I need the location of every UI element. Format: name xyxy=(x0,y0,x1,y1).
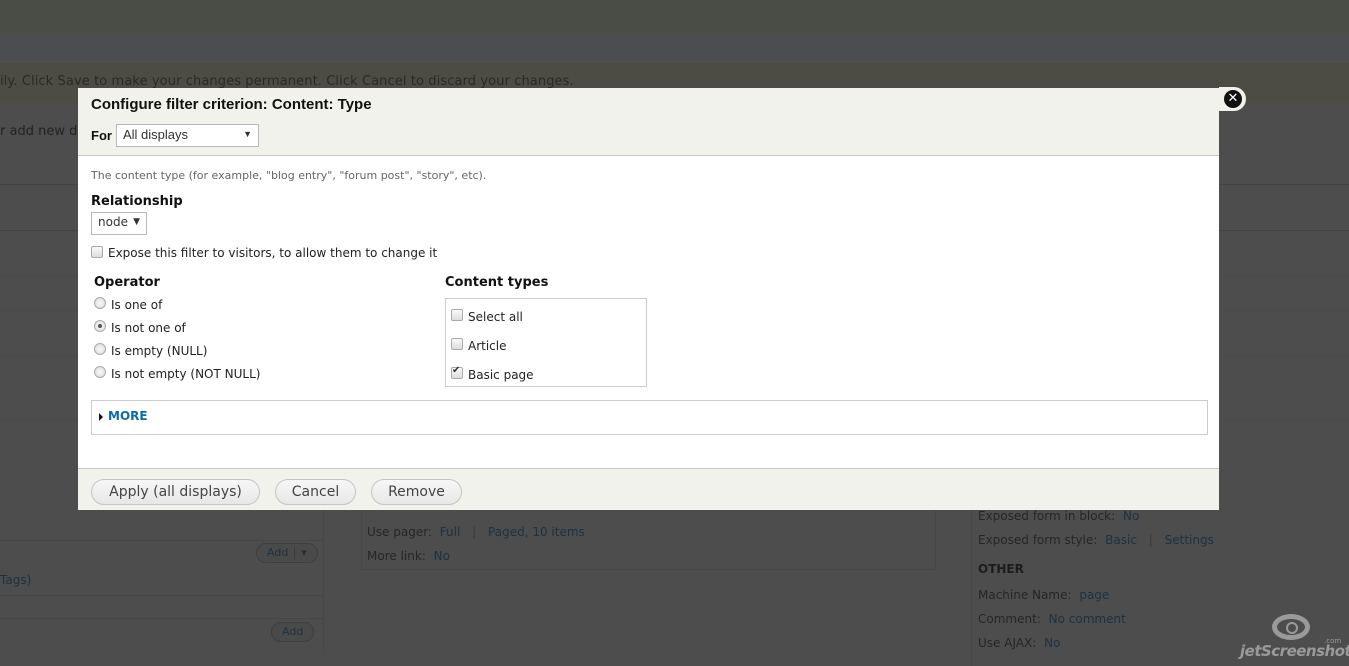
admin-toolbar xyxy=(0,0,1349,34)
separator: | xyxy=(472,525,477,539)
watermark-text: jetScreenshot xyxy=(1240,642,1349,660)
dialog-header: Configure filter criterion: Content: Typ… xyxy=(78,88,1219,156)
secondary-toolbar xyxy=(0,35,1349,62)
separator xyxy=(294,547,296,559)
relationship-select-value: node xyxy=(98,215,128,229)
exposed-block-row: Exposed form in block: No xyxy=(978,509,1139,523)
content-type-label: Select all xyxy=(468,310,523,324)
more-toggle-link[interactable]: MORE xyxy=(108,409,148,423)
machine-name-row: Machine Name: page xyxy=(978,588,1109,602)
eye-logo-icon xyxy=(1272,614,1310,640)
configure-filter-dialog: Configure filter criterion: Content: Typ… xyxy=(78,88,1219,510)
dialog-title: Configure filter criterion: Content: Typ… xyxy=(91,96,372,113)
content-type-label: Article xyxy=(468,339,507,353)
apply-button[interactable]: Apply (all displays) xyxy=(91,479,260,505)
for-select-value: All displays xyxy=(123,127,189,142)
for-label: For xyxy=(91,128,112,143)
operator-label: Operator xyxy=(94,275,160,290)
operator-radio-is-not-empty[interactable] xyxy=(94,366,106,378)
warning-message-text: ily. Click Save to make your changes per… xyxy=(0,74,574,89)
more-link-label: More link: xyxy=(367,549,426,563)
operator-option-label: Is empty (NULL) xyxy=(111,344,208,358)
machine-name-link[interactable]: page xyxy=(1079,588,1109,602)
operator-radio-is-not-one-of[interactable] xyxy=(94,320,106,332)
other-heading: OTHER xyxy=(978,562,1024,576)
content-types-label: Content types xyxy=(445,275,549,290)
exposed-style-settings-link[interactable]: Settings xyxy=(1165,533,1214,547)
divider xyxy=(0,540,324,541)
for-displays-select[interactable]: All displays ▼ xyxy=(116,124,259,147)
relationship-select[interactable]: node ▼ xyxy=(91,212,147,235)
content-type-checkbox-select-all[interactable] xyxy=(451,309,463,321)
content-type-checkbox-basic-page[interactable] xyxy=(451,365,463,379)
dropdown-arrow-icon: ▼ xyxy=(133,217,140,227)
more-link-row: More link: No xyxy=(367,549,450,563)
more-link-value[interactable]: No xyxy=(434,549,450,563)
divider xyxy=(0,618,324,619)
divider xyxy=(0,595,324,596)
triangle-right-icon xyxy=(99,413,103,421)
expose-filter-label: Expose this filter to visitors, to allow… xyxy=(108,246,438,260)
more-fieldset: MORE xyxy=(91,400,1208,435)
operator-option-label: Is not empty (NOT NULL) xyxy=(111,367,261,381)
help-text: r add new d xyxy=(0,124,78,139)
content-type-label: Basic page xyxy=(468,368,534,382)
filter-description: The content type (for example, "blog ent… xyxy=(91,169,487,182)
exposed-style-link[interactable]: Basic xyxy=(1105,533,1137,547)
operator-option-label: Is one of xyxy=(111,298,163,312)
operator-option-label: Is not one of xyxy=(111,321,186,335)
operator-radio-is-empty[interactable] xyxy=(94,343,106,355)
separator: | xyxy=(1148,533,1153,547)
comment-link[interactable]: No comment xyxy=(1049,612,1126,626)
content-type-checkbox-article[interactable] xyxy=(451,338,463,350)
use-ajax-link[interactable]: No xyxy=(1044,636,1060,650)
use-ajax-label: Use AJAX: xyxy=(978,636,1037,650)
close-icon: ✕ xyxy=(1224,90,1242,108)
dialog-footer: Apply (all displays) Cancel Remove xyxy=(78,468,1219,510)
chevron-down-icon: ▾ xyxy=(301,546,307,559)
comment-label: Comment: xyxy=(978,612,1041,626)
close-dialog-button[interactable]: ✕ xyxy=(1219,87,1246,111)
exposed-style-label: Exposed form style: xyxy=(978,533,1098,547)
exposed-block-label: Exposed form in block: xyxy=(978,509,1116,523)
comment-row: Comment: No comment xyxy=(978,612,1126,626)
exposed-style-row: Exposed form style: Basic | Settings xyxy=(978,533,1214,547)
add-dropdown-button[interactable]: Add ▾ xyxy=(256,543,318,563)
operator-radio-is-one-of[interactable] xyxy=(94,297,106,309)
expose-filter-checkbox[interactable] xyxy=(91,246,103,258)
dropdown-arrow-icon: ▼ xyxy=(243,129,252,139)
use-pager-link[interactable]: Full xyxy=(440,525,461,539)
remove-button[interactable]: Remove xyxy=(371,479,462,505)
relationship-label: Relationship xyxy=(91,194,183,209)
add-button-label: Add xyxy=(267,546,289,559)
tags-link[interactable]: Tags) xyxy=(0,573,31,587)
cancel-button[interactable]: Cancel xyxy=(275,479,356,505)
watermark: .com jetScreenshot xyxy=(1240,612,1349,662)
use-pager-row: Use pager: Full | Paged, 10 items xyxy=(367,525,585,539)
use-pager-label: Use pager: xyxy=(367,525,432,539)
exposed-block-link[interactable]: No xyxy=(1123,509,1139,523)
use-ajax-row: Use AJAX: No xyxy=(978,636,1060,650)
add-button[interactable]: Add xyxy=(271,622,315,642)
machine-name-label: Machine Name: xyxy=(978,588,1072,602)
paged-items-link[interactable]: Paged, 10 items xyxy=(488,525,585,539)
